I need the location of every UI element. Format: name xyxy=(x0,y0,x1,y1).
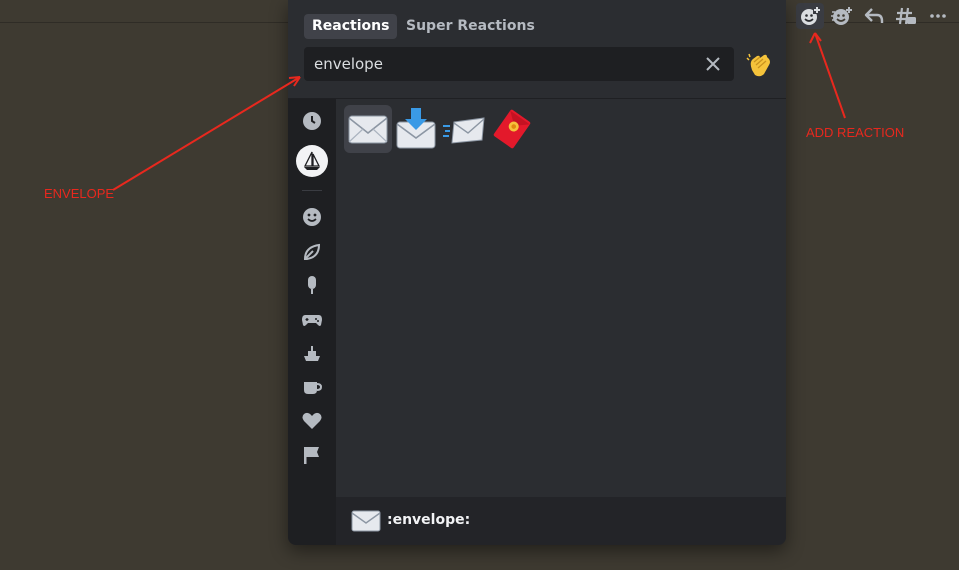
category-sidebar xyxy=(288,99,336,545)
emoji-envelope-with-arrow[interactable] xyxy=(392,105,440,153)
emoji-results-grid xyxy=(336,99,786,497)
sidebar-divider xyxy=(302,190,322,191)
nature-icon[interactable] xyxy=(301,241,323,263)
emoji-preview-name: :envelope: xyxy=(387,512,471,528)
emoji-preview-footer: :envelope: xyxy=(336,497,786,545)
objects-icon[interactable] xyxy=(301,376,323,398)
close-icon[interactable] xyxy=(704,55,722,73)
envelope-icon xyxy=(351,510,381,532)
sailboat-icon xyxy=(303,151,321,170)
incoming-envelope-icon xyxy=(443,117,485,144)
envelope-arrow xyxy=(112,76,301,191)
travel-icon[interactable] xyxy=(301,342,323,364)
tab-reactions[interactable]: Reactions xyxy=(304,14,398,39)
search-value: envelope xyxy=(314,55,383,73)
add-reaction-arrow xyxy=(814,32,846,119)
add-reaction-icon xyxy=(801,6,821,25)
people-icon[interactable] xyxy=(301,206,323,228)
background-divider xyxy=(0,22,290,23)
more-options-button[interactable] xyxy=(924,3,952,29)
envelope-annotation-label: ENVELOPE xyxy=(44,186,115,201)
flags-icon[interactable] xyxy=(301,444,323,466)
search-input[interactable]: envelope xyxy=(304,47,734,81)
emoji-envelope[interactable] xyxy=(344,105,392,153)
server-emoji-icon[interactable] xyxy=(296,145,328,177)
super-reaction-button[interactable] xyxy=(828,3,856,29)
activities-icon[interactable] xyxy=(301,308,323,330)
emoji-picker: Reactions Super Reactions envelope:enve… xyxy=(288,0,786,545)
food-icon[interactable] xyxy=(301,274,323,296)
message-toolbar xyxy=(794,2,959,30)
create-thread-button[interactable] xyxy=(892,3,920,29)
red-envelope-icon xyxy=(493,109,531,149)
symbols-icon[interactable] xyxy=(301,410,323,432)
tab-super-reactions[interactable]: Super Reactions xyxy=(398,14,543,39)
thread-icon xyxy=(896,7,916,25)
super-reaction-icon xyxy=(831,7,852,25)
add-reaction-button[interactable] xyxy=(796,3,824,29)
envelope-icon xyxy=(348,115,388,144)
clap-icon[interactable] xyxy=(744,50,774,80)
more-icon xyxy=(930,14,946,18)
envelope-with-arrow-icon xyxy=(396,108,436,149)
add-reaction-annotation-label: ADD REACTION xyxy=(806,125,905,140)
recent-icon[interactable] xyxy=(301,110,323,132)
emoji-red-envelope[interactable] xyxy=(488,105,536,153)
picker-header: Reactions Super Reactions envelope xyxy=(288,0,786,99)
reply-icon xyxy=(864,8,884,23)
add-reaction-arrowhead xyxy=(809,32,822,44)
emoji-incoming-envelope[interactable] xyxy=(440,105,488,153)
reply-button[interactable] xyxy=(860,3,888,29)
